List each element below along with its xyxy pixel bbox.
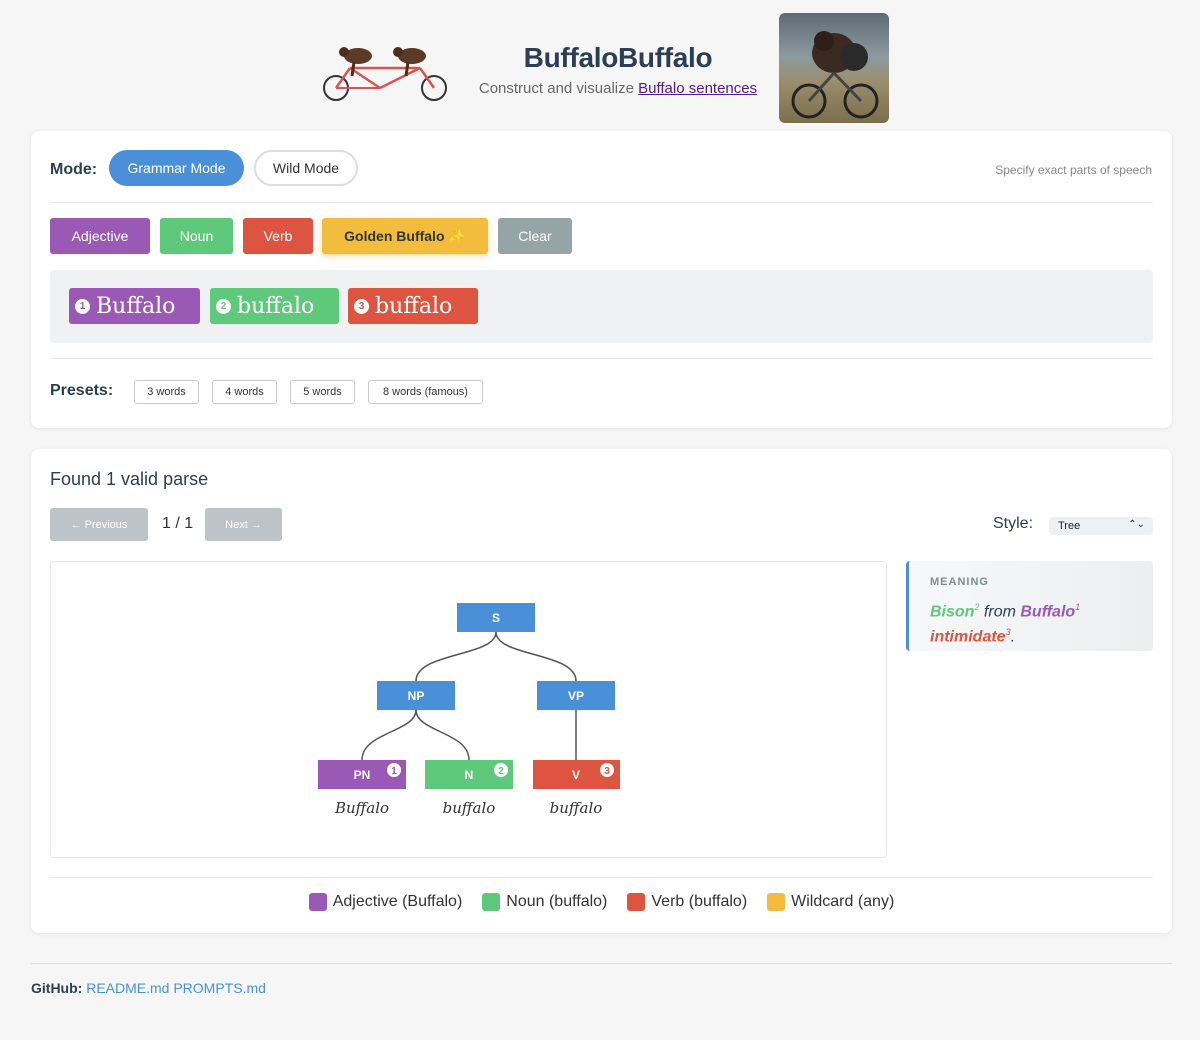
- results-card: Found 1 valid parse ← Previous 1 / 1 Nex…: [31, 449, 1172, 933]
- word-text: buffalo: [375, 293, 453, 319]
- parse-tree-panel: S NP VP PN 1 Buffalo N 2 buffalo V 3 buf…: [50, 561, 887, 858]
- tree-leaf-word: buffalo: [443, 799, 496, 817]
- footer-label: GitHub:: [31, 980, 83, 996]
- divider: [50, 202, 1153, 203]
- tree-edge: [361, 709, 417, 761]
- tree-edge: [415, 709, 470, 761]
- golden-buffalo-button[interactable]: Golden Buffalo ✨: [322, 218, 488, 254]
- wild-mode-button[interactable]: Wild Mode: [254, 150, 358, 186]
- tree-edge: [415, 631, 497, 682]
- legend-item-noun: Noun (buffalo): [482, 893, 607, 911]
- preset-8-words-button[interactable]: 8 words (famous): [368, 380, 483, 404]
- tree-leaf-tag: PN: [354, 768, 371, 782]
- tree-leaf-number: 2: [498, 766, 504, 777]
- meaning-word-intimidate: intimidate: [930, 628, 1006, 646]
- preset-5-words-button[interactable]: 5 words: [290, 380, 355, 404]
- legend-label: Adjective (Buffalo): [332, 893, 463, 910]
- word-number-badge: 3: [354, 298, 369, 314]
- mode-label: Mode:: [50, 161, 98, 178]
- parse-tree: S NP VP PN 1 Buffalo N 2 buffalo V 3 buf…: [318, 603, 620, 817]
- divider: [50, 358, 1153, 359]
- preset-3-words-button[interactable]: 3 words: [134, 380, 199, 404]
- tree-leaf-v: V 3 buffalo: [533, 760, 620, 817]
- tree-leaf-tag: V: [572, 768, 580, 782]
- tree-leaf-number: 3: [604, 766, 610, 777]
- sentence-box: 1 Buffalo 2 buffalo 3 buffalo: [50, 270, 1153, 343]
- app-header: BuffaloBuffalo Construct and visualize B…: [0, 0, 1200, 130]
- subtitle-text: Construct and visualize: [478, 80, 639, 97]
- tree-node-np: NP: [377, 681, 455, 710]
- style-select-value: Tree: [1058, 520, 1081, 532]
- preset-4-words-button[interactable]: 4 words: [212, 380, 277, 404]
- legend-swatch: [482, 893, 501, 911]
- meaning-connector: from: [979, 603, 1021, 621]
- tree-leaf-word: Buffalo: [334, 799, 389, 817]
- tree-node-label: S: [492, 611, 500, 625]
- tree-leaf-n: N 2 buffalo: [425, 760, 513, 817]
- grammar-mode-button[interactable]: Grammar Mode: [109, 150, 244, 186]
- word-number-badge: 1: [75, 298, 90, 314]
- footer-divider: [31, 963, 1172, 964]
- legend-swatch: [767, 893, 786, 911]
- meaning-word-bison: Bison: [930, 603, 975, 621]
- meaning-text: Bison2 from Buffalo1 intimidate3.: [930, 597, 1150, 648]
- word-text: Buffalo: [96, 293, 176, 319]
- parse-count-heading: Found 1 valid parse: [50, 469, 209, 489]
- style-label: Style:: [993, 515, 1034, 532]
- bison-riding-bicycle-photo: [779, 13, 889, 123]
- word-number-badge: 2: [216, 298, 231, 314]
- footer: GitHub: README.md PROMPTS.md: [31, 980, 266, 996]
- meaning-word-buffalo: Buffalo: [1020, 603, 1076, 621]
- legend-item-verb: Verb (buffalo): [627, 893, 747, 911]
- previous-button[interactable]: ← Previous: [50, 508, 148, 541]
- tree-node-vp: VP: [537, 681, 615, 710]
- page-indicator: 1 / 1: [162, 515, 194, 532]
- select-arrows-icon: ⌃⌄: [1128, 519, 1145, 530]
- tree-edge: [495, 631, 577, 682]
- app-subtitle: Construct and visualize Buffalo sentence…: [466, 80, 770, 97]
- legend-item-wildcard: Wildcard (any): [767, 893, 894, 911]
- adjective-button[interactable]: Adjective: [50, 218, 150, 254]
- prompts-link[interactable]: PROMPTS.md: [173, 980, 266, 996]
- tree-leaf-word: buffalo: [550, 799, 603, 817]
- tree-leaf-pn: PN 1 Buffalo: [318, 760, 406, 817]
- tree-node-label: VP: [568, 689, 584, 703]
- legend: Adjective (Buffalo) Noun (buffalo) Verb …: [31, 893, 1172, 911]
- tree-leaf-tag: N: [465, 768, 474, 782]
- divider: [50, 877, 1153, 878]
- meaning-sup: 1: [1075, 602, 1081, 612]
- tree-leaf-number: 1: [391, 766, 397, 777]
- word-text: buffalo: [237, 293, 315, 319]
- tree-node-s: S: [457, 603, 535, 632]
- next-button[interactable]: Next →: [205, 508, 282, 541]
- legend-item-adjective: Adjective (Buffalo): [308, 893, 463, 911]
- meaning-panel: MEANING Bison2 from Buffalo1 intimidate3.: [906, 561, 1153, 651]
- legend-swatch: [308, 893, 327, 911]
- tandem-bison-bicycle-icon: [323, 47, 447, 101]
- style-select[interactable]: Tree ⌃⌄: [1049, 517, 1153, 535]
- word-chip-verb[interactable]: 3 buffalo: [348, 288, 478, 324]
- app-title: BuffaloBuffalo: [523, 42, 713, 73]
- clear-button[interactable]: Clear: [498, 218, 572, 254]
- legend-label: Verb (buffalo): [651, 893, 748, 910]
- meaning-period: .: [1010, 628, 1016, 646]
- readme-link[interactable]: README.md: [86, 980, 169, 996]
- builder-card: Mode: Grammar Mode Wild Mode Specify exa…: [31, 131, 1172, 428]
- buffalo-sentences-link[interactable]: Buffalo sentences: [638, 80, 757, 97]
- meaning-heading: MEANING: [930, 576, 989, 588]
- legend-label: Noun (buffalo): [506, 893, 608, 910]
- mode-hint: Specify exact parts of speech: [995, 163, 1152, 177]
- presets-label: Presets:: [50, 382, 114, 399]
- word-chip-adjective[interactable]: 1 Buffalo: [69, 288, 200, 324]
- legend-label: Wildcard (any): [791, 893, 895, 910]
- verb-button[interactable]: Verb: [243, 218, 313, 254]
- noun-button[interactable]: Noun: [160, 218, 233, 254]
- word-chip-noun[interactable]: 2 buffalo: [210, 288, 339, 324]
- tree-node-label: NP: [408, 689, 425, 703]
- title-block: BuffaloBuffalo Construct and visualize B…: [466, 42, 770, 97]
- legend-swatch: [627, 893, 646, 911]
